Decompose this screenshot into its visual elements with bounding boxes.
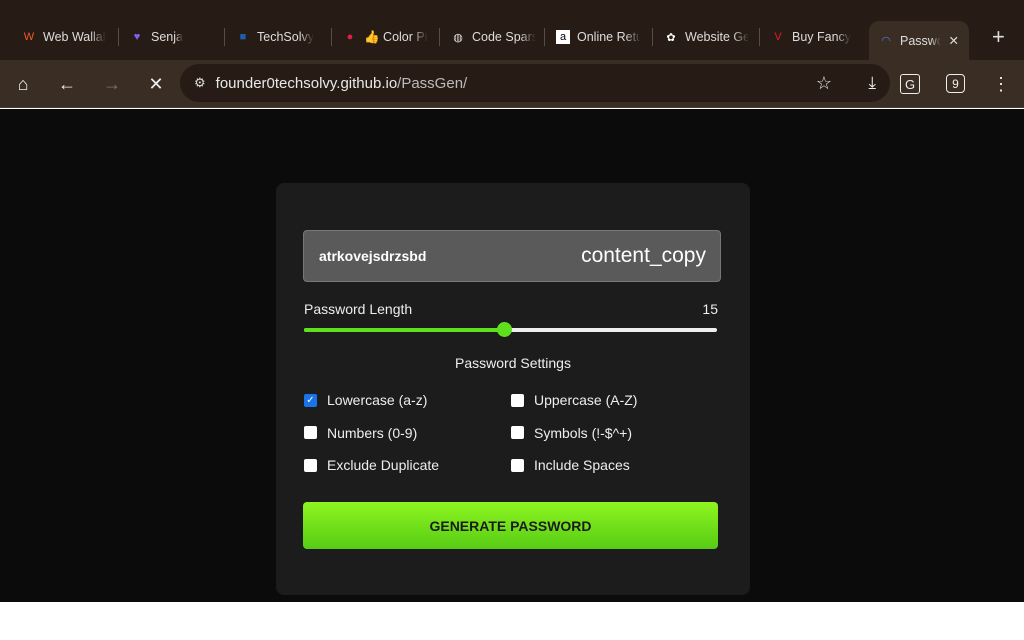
option-checkbox[interactable]: Numbers (0-9) (304, 425, 417, 441)
length-slider[interactable] (304, 322, 717, 337)
settings-title: Password Settings (455, 355, 571, 371)
option-checkbox[interactable]: Uppercase (A-Z) (511, 392, 637, 408)
tab-title: TechSolvy (257, 30, 314, 44)
tab[interactable]: ✿ Website Ge (664, 24, 749, 50)
tab-separator (759, 28, 760, 46)
vi-icon: V (774, 31, 782, 43)
globe-icon: ◍ (453, 31, 463, 44)
techsolvy-icon: ■ (239, 31, 247, 43)
tab-separator (544, 28, 545, 46)
tab-title: Web Wallal (43, 30, 106, 44)
page-content: atrkovejsdrzsbd content_copy Password Le… (0, 109, 1024, 602)
checkbox-unchecked[interactable] (511, 458, 524, 472)
tab-title: Buy Fancy (792, 30, 852, 44)
checkbox-unchecked[interactable] (304, 458, 317, 472)
loading-spinner-icon: ◠ (881, 35, 891, 47)
option-label: Exclude Duplicate (327, 457, 440, 473)
slider-thumb[interactable] (497, 322, 513, 337)
option-checkbox[interactable]: Exclude Duplicate (304, 457, 439, 473)
tab-separator (652, 28, 653, 46)
checkbox-unchecked[interactable] (511, 426, 524, 439)
tab[interactable]: W Web Wallal (22, 24, 107, 50)
checkbox-checked[interactable]: ✓ (304, 393, 317, 407)
close-tab-icon[interactable]: ✕ (949, 33, 959, 48)
tab-title: Code Spars (472, 30, 536, 44)
download-icon[interactable]: ⤓ (868, 73, 876, 93)
amazon-icon: a (556, 30, 570, 44)
length-label: Password Length (304, 301, 413, 317)
new-tab-button[interactable]: + (992, 24, 1005, 50)
tab[interactable]: ■ TechSolvy (236, 24, 321, 50)
option-checkbox[interactable]: Include Spaces (511, 457, 630, 473)
length-value: 15 (702, 301, 718, 317)
option-checkbox[interactable]: ✓ Lowercase (a-z) (304, 392, 427, 408)
option-label: Include Spaces (534, 457, 630, 473)
option-checkbox[interactable]: Symbols (!-$^+) (511, 425, 632, 441)
tab-strip: W Web Wallal ♥ Senja ■ TechSolvy ● 👍 Color Pi ◍ C… (0, 0, 1024, 60)
password-text: atrkovejsdrzsbd (319, 248, 427, 264)
option-label: Lowercase (a-z) (327, 392, 428, 408)
tab[interactable]: ♥ Senja (130, 24, 215, 50)
color-picker-icon: ● (346, 31, 354, 43)
heart-icon: ♥ (133, 31, 141, 43)
option-label: Uppercase (A-Z) (534, 392, 638, 408)
tab-title: Passwor (900, 33, 941, 48)
tab-separator (224, 28, 225, 46)
generate-password-button[interactable]: GENERATE PASSWORD (303, 502, 718, 549)
option-label: Numbers (0-9) (327, 424, 418, 441)
copy-button[interactable]: content_copy (581, 244, 706, 268)
address-bar[interactable]: ⚙ founder0techsolvy.github.io/PassGen/ ☆… (180, 64, 890, 102)
option-label: Symbols (!-$^+) (534, 424, 632, 441)
tab-title: Senja (151, 30, 183, 44)
tab-separator (331, 28, 332, 46)
tab-title: Website Ge (685, 30, 749, 44)
password-output[interactable]: atrkovejsdrzsbd content_copy (303, 230, 721, 282)
tab-count-icon[interactable]: 9 (946, 74, 965, 93)
tab-separator (118, 28, 119, 46)
tab-title: 👍 Color Pi (364, 29, 428, 44)
tab-separator (439, 28, 440, 46)
password-generator-card: atrkovejsdrzsbd content_copy Password Le… (276, 183, 750, 595)
home-icon[interactable]: ⌂ (11, 72, 35, 96)
translate-icon[interactable]: G (900, 74, 920, 94)
w-logo-icon: W (23, 31, 35, 43)
menu-icon[interactable]: ⋮ (989, 72, 1013, 96)
forward-icon[interactable]: → (100, 72, 124, 96)
bookmark-star-icon[interactable]: ☆ (816, 73, 832, 94)
tab-title: Online Retu (577, 30, 641, 44)
back-icon[interactable]: ← (55, 72, 79, 96)
tab[interactable]: ◍ Code Spars (451, 24, 536, 50)
stop-icon[interactable]: ✕ (144, 72, 168, 96)
tab[interactable]: a Online Retu (556, 24, 641, 50)
url-host: founder0techsolvy.github.io (215, 74, 398, 92)
url-path: /PassGen/ (397, 74, 468, 92)
tab[interactable]: ◠ Passwor ✕ (869, 21, 969, 60)
tab[interactable]: ● 👍 Color Pi (343, 24, 428, 50)
tab[interactable]: V Buy Fancy (771, 24, 856, 50)
slider-fill (304, 328, 505, 332)
openai-icon: ✿ (666, 31, 676, 44)
browser-toolbar: ⌂ ← → ✕ ⚙ founder0techsolvy.github.io/Pa… (0, 60, 1024, 108)
checkbox-unchecked[interactable] (304, 426, 317, 439)
checkbox-unchecked[interactable] (511, 393, 524, 407)
site-settings-icon[interactable]: ⚙ (194, 75, 206, 91)
